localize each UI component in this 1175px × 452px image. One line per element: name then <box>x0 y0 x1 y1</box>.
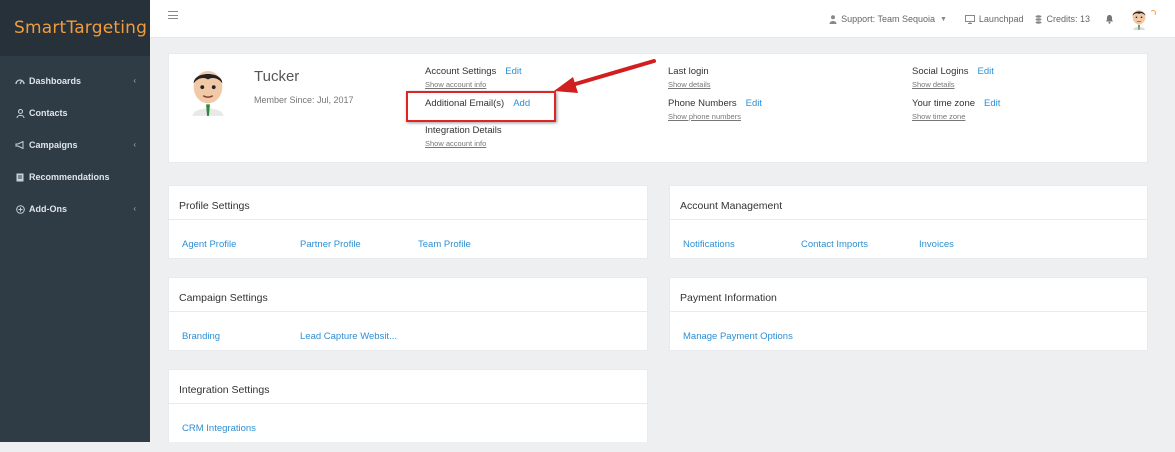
manage-payment-options-link[interactable]: Manage Payment Options <box>683 331 793 342</box>
launchpad-button[interactable]: Launchpad <box>964 14 1024 24</box>
account-settings-label: Account Settings <box>425 66 497 77</box>
person-icon <box>15 108 25 118</box>
notifications-link[interactable]: Notifications <box>683 239 735 250</box>
chevron-left-icon: ‹ <box>133 140 136 149</box>
social-logins-show-details-link[interactable]: Show details <box>912 80 994 89</box>
member-since: Member Since: Jul, 2017 <box>254 95 354 105</box>
dashboard-icon <box>15 76 25 86</box>
coins-icon <box>1035 14 1042 24</box>
integration-settings-panel: Integration Settings CRM Integrations <box>168 369 648 442</box>
hamburger-menu-icon[interactable] <box>168 11 178 19</box>
panel-title: Account Management <box>670 186 1147 220</box>
megaphone-icon <box>15 140 25 150</box>
crm-integrations-link[interactable]: CRM Integrations <box>182 423 256 434</box>
sidebar-item-label: Campaigns <box>29 140 78 150</box>
panel-title: Payment Information <box>670 278 1147 312</box>
support-label: Support: Team Sequoia <box>841 14 935 24</box>
show-account-info-link[interactable]: Show account info <box>425 80 522 89</box>
sidebar-item-contacts[interactable]: Contacts <box>0 97 150 129</box>
launchpad-label: Launchpad <box>978 14 1024 24</box>
person-icon <box>829 14 837 24</box>
account-settings-edit-link[interactable]: Edit <box>505 66 521 77</box>
profile-avatar <box>187 66 229 116</box>
show-time-zone-link[interactable]: Show time zone <box>912 112 1000 121</box>
partner-profile-link[interactable]: Partner Profile <box>300 239 361 250</box>
sidebar: SmartTargeting Dashboards ‹ Contacts Cam… <box>0 0 150 442</box>
app-logo[interactable]: SmartTargeting <box>0 0 150 56</box>
time-zone-block: Your time zone Edit Show time zone <box>912 98 1000 121</box>
sidebar-item-label: Dashboards <box>29 76 82 86</box>
support-dropdown[interactable]: Support: Team Sequoia ▼ <box>829 14 947 24</box>
chevron-left-icon: ‹ <box>133 204 136 213</box>
agent-profile-link[interactable]: Agent Profile <box>182 239 236 250</box>
user-avatar-menu[interactable] <box>1128 8 1156 30</box>
social-logins-label: Social Logins <box>912 66 969 77</box>
phone-numbers-block: Phone Numbers Edit Show phone numbers <box>668 98 762 121</box>
invoices-link[interactable]: Invoices <box>919 239 954 250</box>
list-box-icon <box>15 172 25 182</box>
credits-indicator[interactable]: Credits: 13 <box>1035 14 1090 24</box>
phone-numbers-label: Phone Numbers <box>668 98 737 109</box>
branding-link[interactable]: Branding <box>182 331 220 342</box>
time-zone-label: Your time zone <box>912 98 976 109</box>
last-login-block: Last login Show details <box>668 66 711 89</box>
integration-details-block: Integration Details Show account info <box>425 125 502 148</box>
sidebar-item-campaigns[interactable]: Campaigns ‹ <box>0 129 150 161</box>
campaign-settings-panel: Campaign Settings Branding Lead Capture … <box>168 277 648 351</box>
user-avatar <box>1132 10 1146 30</box>
sidebar-item-label: Recommendations <box>29 172 110 182</box>
top-bar-right: Support: Team Sequoia ▼ Launchpad Credit… <box>829 0 1175 38</box>
bell-icon <box>1105 14 1114 24</box>
show-phone-numbers-link[interactable]: Show phone numbers <box>668 112 762 121</box>
team-profile-link[interactable]: Team Profile <box>418 239 471 250</box>
last-login-label: Last login <box>668 66 709 77</box>
lead-capture-website-link[interactable]: Lead Capture Websit... <box>300 331 397 342</box>
status-ring-icon <box>1150 10 1156 16</box>
contact-imports-link[interactable]: Contact Imports <box>801 239 868 250</box>
phone-numbers-edit-link[interactable]: Edit <box>746 98 762 109</box>
sidebar-item-label: Add-Ons <box>29 204 67 214</box>
panel-title: Campaign Settings <box>169 278 647 312</box>
integration-show-account-info-link[interactable]: Show account info <box>425 139 502 148</box>
account-management-panel: Account Management Notifications Contact… <box>669 185 1148 259</box>
caret-down-icon: ▼ <box>939 15 947 23</box>
panel-title: Profile Settings <box>169 186 647 220</box>
sidebar-item-label: Contacts <box>29 108 68 118</box>
highlight-box <box>406 91 556 122</box>
account-settings-block: Account Settings Edit Show account info <box>425 66 522 89</box>
social-logins-edit-link[interactable]: Edit <box>978 66 994 77</box>
social-logins-block: Social Logins Edit Show details <box>912 66 994 89</box>
last-login-show-details-link[interactable]: Show details <box>668 80 711 89</box>
top-bar: Support: Team Sequoia ▼ Launchpad Credit… <box>150 0 1175 38</box>
sidebar-item-dashboards[interactable]: Dashboards ‹ <box>0 65 150 97</box>
sidebar-item-recommendations[interactable]: Recommendations <box>0 161 150 193</box>
profile-settings-panel: Profile Settings Agent Profile Partner P… <box>168 185 648 259</box>
notifications-button[interactable] <box>1105 14 1114 24</box>
monitor-icon <box>964 14 975 24</box>
red-arrow-annotation <box>554 59 656 93</box>
profile-name: Tucker <box>254 68 300 85</box>
credits-label: Credits: 13 <box>1046 14 1090 24</box>
time-zone-edit-link[interactable]: Edit <box>984 98 1000 109</box>
sidebar-item-add-ons[interactable]: Add-Ons ‹ <box>0 193 150 225</box>
plus-circle-icon <box>15 204 25 214</box>
panel-title: Integration Settings <box>169 370 647 404</box>
chevron-left-icon: ‹ <box>133 76 136 85</box>
integration-details-label: Integration Details <box>425 125 502 136</box>
sidebar-nav: Dashboards ‹ Contacts Campaigns ‹ Recomm… <box>0 65 150 225</box>
payment-information-panel: Payment Information Manage Payment Optio… <box>669 277 1148 351</box>
